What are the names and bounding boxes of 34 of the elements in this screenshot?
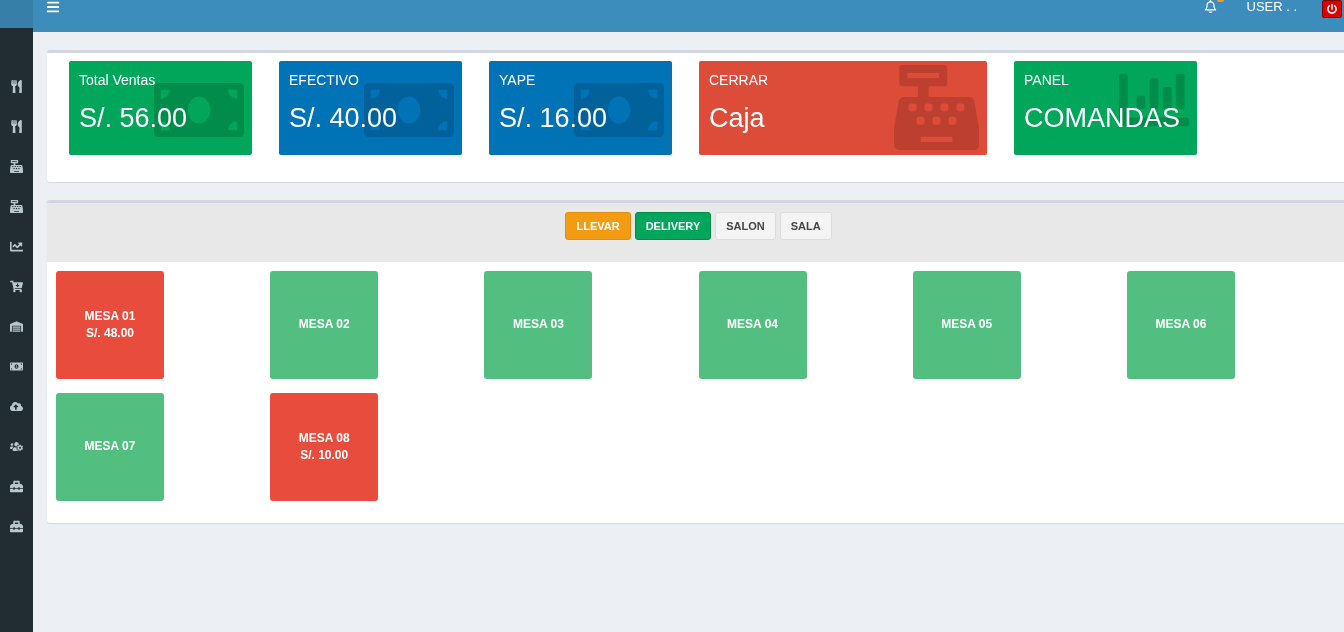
- menu-icon[interactable]: [46, 0, 60, 14]
- stat-label: PANEL: [1024, 72, 1069, 88]
- power-icon: [1327, 4, 1338, 14]
- table-tile[interactable]: MESA 06: [1126, 271, 1235, 379]
- bell-icon[interactable]: [1203, 0, 1217, 13]
- cash-register-icon: [894, 65, 979, 150]
- stat-card[interactable]: CERRAR Caja: [699, 61, 987, 155]
- stat-value: S/. 56.00: [79, 103, 188, 134]
- table-tile[interactable]: MESA 01 S/. 48.00: [56, 271, 164, 379]
- filter-button[interactable]: SALON: [715, 212, 776, 240]
- table-tile[interactable]: MESA 04: [698, 271, 807, 379]
- stat-value: S/. 40.00: [289, 103, 398, 134]
- table-tile[interactable]: MESA 08 S/. 10.00: [270, 393, 379, 501]
- power-button[interactable]: [1322, 0, 1343, 18]
- table-tile[interactable]: MESA 07: [56, 393, 164, 501]
- stat-value: S/. 16.00: [499, 103, 608, 134]
- stat-label: Total Ventas: [79, 72, 156, 88]
- stat-card[interactable]: EFECTIVO S/. 40.00: [279, 61, 462, 155]
- stat-label: EFECTIVO: [289, 72, 359, 88]
- logo-bar: [0, 0, 33, 28]
- stat-value: COMANDAS: [1024, 103, 1180, 134]
- table-tile[interactable]: MESA 05: [912, 271, 1021, 379]
- stat-card[interactable]: Total Ventas S/. 56.00: [69, 61, 252, 155]
- table-tile[interactable]: MESA 02: [270, 271, 379, 379]
- stat-label: YAPE: [499, 72, 536, 88]
- filter-button[interactable]: DELIVERY: [634, 212, 712, 240]
- stat-card[interactable]: YAPE S/. 16.00: [489, 61, 672, 155]
- filter-button[interactable]: LLEVAR: [565, 212, 631, 240]
- table-tile[interactable]: MESA 03: [484, 271, 593, 379]
- stat-label: CERRAR: [709, 72, 769, 88]
- stat-card[interactable]: PANEL COMANDAS: [1014, 61, 1197, 155]
- user-menu[interactable]: USER . .: [1246, 0, 1298, 13]
- filter-button[interactable]: SALA: [779, 212, 832, 240]
- stat-value: Caja: [709, 103, 765, 134]
